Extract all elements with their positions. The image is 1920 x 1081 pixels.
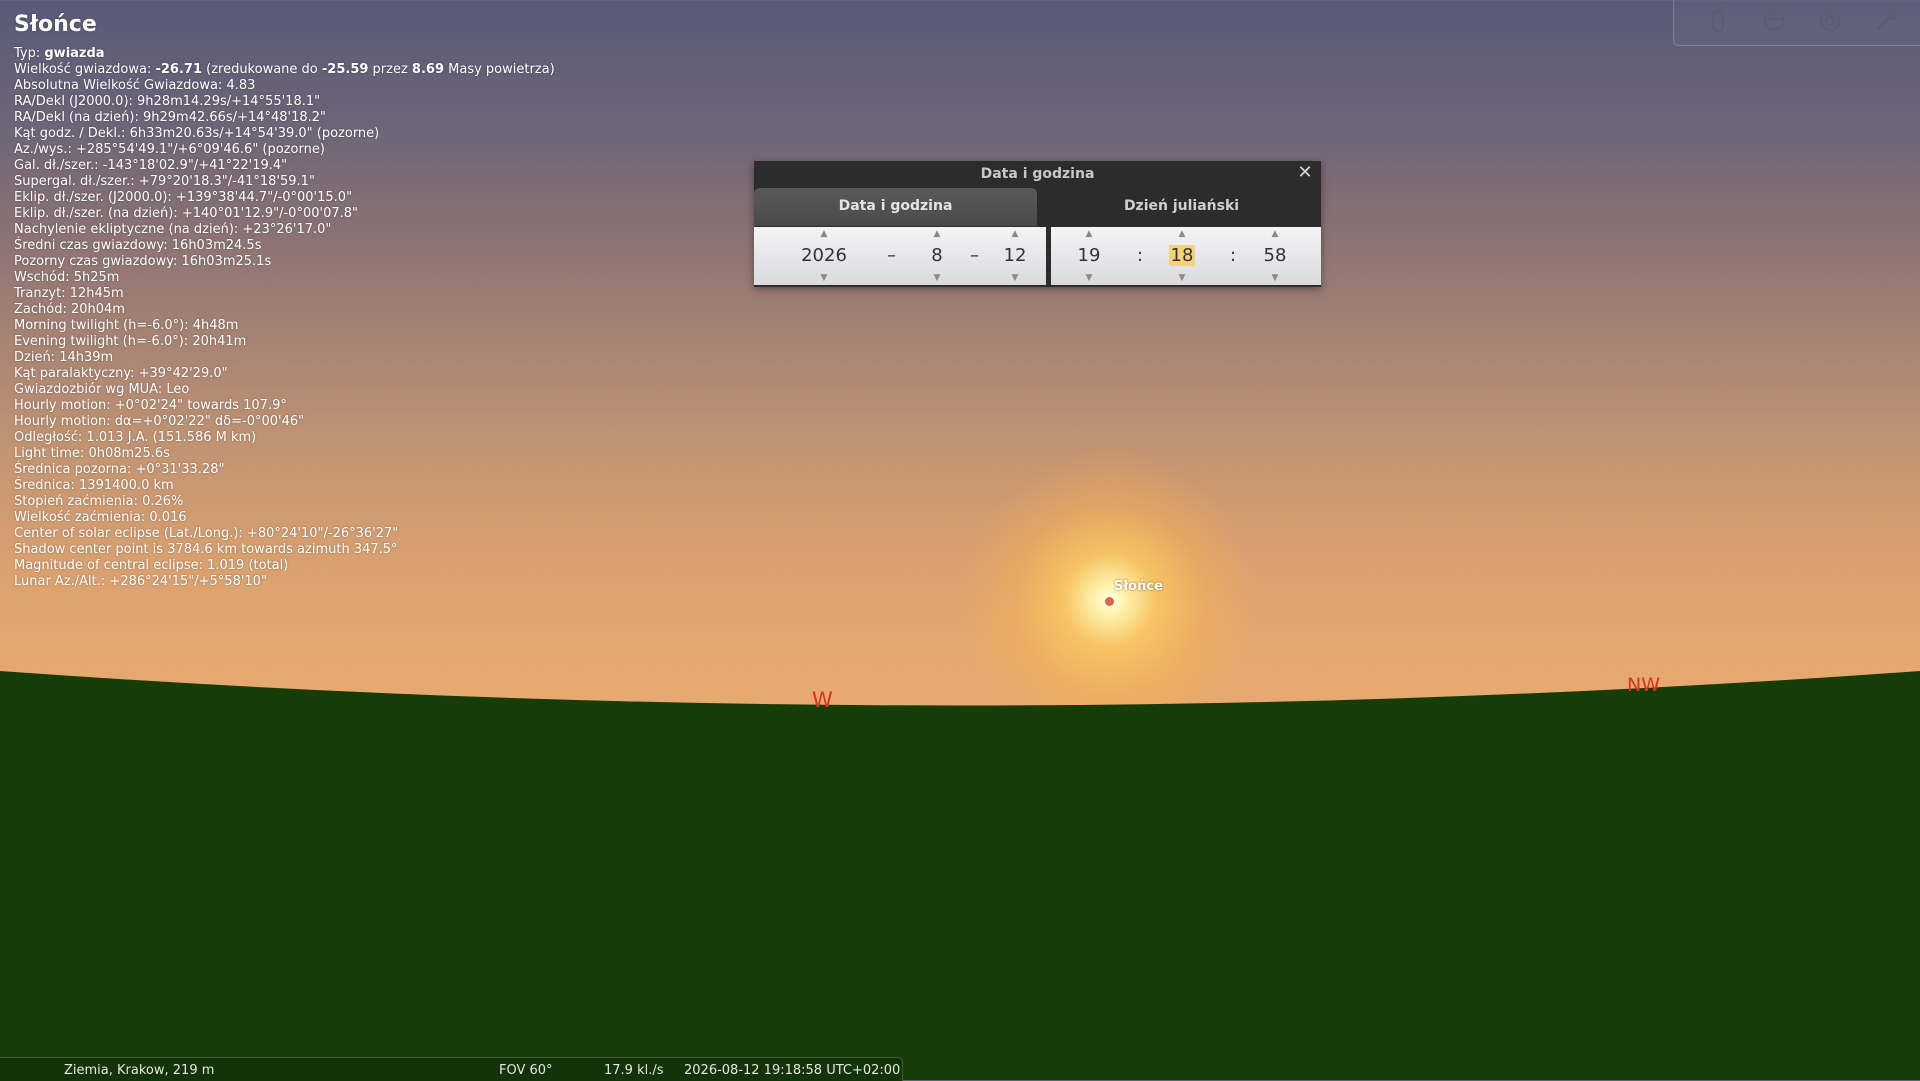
month-spinner[interactable]: ▲ 8 ▼: [917, 227, 957, 285]
info-row: Center of solar eclipse (Lat./Long.): +8…: [14, 526, 399, 541]
cardinal-west-label: W: [812, 688, 833, 712]
minute-spinner[interactable]: ▲ 18 ▼: [1162, 227, 1202, 285]
info-row: Hourly motion: +0°02'24" towards 107.9°: [14, 398, 287, 413]
info-row: Morning twilight (h=-6.0°): 4h48m: [14, 318, 239, 333]
info-row: Light time: 0h08m25.6s: [14, 446, 170, 461]
status-fov: FOV 60°: [499, 1063, 553, 1078]
top-right-toolbar: [1673, 0, 1920, 46]
minute-value[interactable]: 18: [1162, 245, 1202, 266]
info-row: Lunar Az./Alt.: +286°24'15"/+5°58'10": [14, 574, 267, 589]
month-down-arrow[interactable]: ▼: [917, 273, 957, 283]
hour-up-arrow[interactable]: ▲: [1069, 229, 1109, 239]
info-row: Kąt paralaktyczny: +39°42'29.0": [14, 366, 228, 381]
status-location[interactable]: Ziemia, Krakow, 219 m: [64, 1063, 214, 1078]
info-row: Gwiazdozbiór wg MUA: Leo: [14, 382, 190, 397]
second-up-arrow[interactable]: ▲: [1255, 229, 1295, 239]
day-spinner[interactable]: ▲ 12 ▼: [995, 227, 1035, 285]
scroll-icon[interactable]: [1704, 7, 1732, 35]
info-row: Supergal. dł./szer.: +79°20'18.3"/-41°18…: [14, 174, 315, 189]
month-up-arrow[interactable]: ▲: [917, 229, 957, 239]
info-row: Az./wys.: +285°54'49.1"/+6°09'46.6" (poz…: [14, 142, 325, 157]
planet-icon[interactable]: [1760, 7, 1788, 35]
object-info-panel: Słońce Typ: gwiazda Wielkość gwiazdowa: …: [14, 10, 555, 590]
info-row: RA/Dekl (J2000.0): 9h28m14.29s/+14°55'18…: [14, 94, 321, 109]
hour-value[interactable]: 19: [1069, 246, 1109, 266]
info-row: RA/Dekl (na dzień): 9h29m42.66s/+14°48'1…: [14, 110, 327, 125]
target-icon[interactable]: [1816, 7, 1844, 35]
year-spinner[interactable]: ▲ 2026 ▼: [784, 227, 864, 285]
second-spinner[interactable]: ▲ 58 ▼: [1255, 227, 1295, 285]
day-down-arrow[interactable]: ▼: [995, 273, 1035, 283]
info-row: Shadow center point is 3784.6 km towards…: [14, 542, 398, 557]
info-row: Średnica: 1391400.0 km: [14, 478, 174, 493]
day-up-arrow[interactable]: ▲: [995, 229, 1035, 239]
info-row: Zachód: 20h04m: [14, 302, 125, 317]
year-up-arrow[interactable]: ▲: [784, 229, 864, 239]
month-value[interactable]: 8: [917, 246, 957, 266]
info-row: Pozorny czas gwiazdowy: 16h03m25.1s: [14, 254, 272, 269]
status-bar: Ziemia, Krakow, 219 m FOV 60° 17.9 kl./s…: [0, 1057, 903, 1081]
date-separator: –: [970, 245, 979, 266]
close-icon[interactable]: ✕: [1295, 163, 1315, 183]
tab-date-time[interactable]: Data i godzina: [754, 188, 1037, 226]
info-row: Absolutna Wielkość Gwiazdowa: 4.83: [14, 78, 256, 93]
time-separator: :: [1137, 245, 1144, 266]
second-value[interactable]: 58: [1255, 246, 1295, 266]
cardinal-northwest-label: NW: [1627, 674, 1660, 696]
info-row: Hourly motion: dα=+0°02'22" dδ=-0°00'46": [14, 414, 305, 429]
info-row: Wschód: 5h25m: [14, 270, 120, 285]
date-panel: ▲ 2026 ▼ – ▲ 8 ▼ – ▲ 12 ▼: [754, 227, 1046, 285]
info-row: Gal. dł./szer.: -143°18'02.9"/+41°22'19.…: [14, 158, 288, 173]
status-fps: 17.9 kl./s: [604, 1063, 664, 1078]
minute-up-arrow[interactable]: ▲: [1162, 229, 1202, 239]
info-row-magnitude: Wielkość gwiazdowa: -26.71 (zredukowane …: [14, 62, 555, 77]
info-row: Odległość: 1.013 J.A. (151.586 M km): [14, 430, 257, 445]
date-time-dialog: Data i godzina ✕ Data i godzina Dzień ju…: [754, 161, 1321, 287]
info-row: Tranzyt: 12h45m: [14, 286, 124, 301]
year-value[interactable]: 2026: [784, 246, 864, 266]
minute-down-arrow[interactable]: ▼: [1162, 273, 1202, 283]
info-row-type: Typ: gwiazda: [14, 46, 105, 61]
date-separator: –: [887, 245, 896, 266]
wrench-icon[interactable]: [1872, 7, 1900, 35]
status-datetime[interactable]: 2026-08-12 19:18:58 UTC+02:00: [684, 1063, 900, 1078]
tab-julian-day[interactable]: Dzień juliański: [1042, 188, 1321, 226]
day-value[interactable]: 12: [995, 246, 1035, 266]
info-row: Evening twilight (h=-6.0°): 20h41m: [14, 334, 247, 349]
info-row: Eklip. dł./szer. (na dzień): +140°01'12.…: [14, 206, 358, 221]
info-row: Wielkość zaćmienia: 0.016: [14, 510, 187, 525]
dialog-title: Data i godzina: [980, 166, 1095, 182]
info-row: Eklip. dł./szer. (J2000.0): +139°38'44.7…: [14, 190, 353, 205]
info-row: Dzień: 14h39m: [14, 350, 114, 365]
year-down-arrow[interactable]: ▼: [784, 273, 864, 283]
hour-spinner[interactable]: ▲ 19 ▼: [1069, 227, 1109, 285]
info-row: Stopień zaćmienia: 0.26%: [14, 494, 184, 509]
info-row: Średnica pozorna: +0°31'33.28": [14, 462, 225, 477]
time-panel: ▲ 19 ▼ : ▲ 18 ▼ : ▲ 58 ▼: [1051, 227, 1321, 285]
hour-down-arrow[interactable]: ▼: [1069, 273, 1109, 283]
info-row: Średni czas gwiazdowy: 16h03m24.5s: [14, 238, 262, 253]
object-title: Słońce: [14, 12, 97, 37]
second-down-arrow[interactable]: ▼: [1255, 273, 1295, 283]
info-row: Nachylenie ekliptyczne (na dzień): +23°2…: [14, 222, 332, 237]
info-row: Kąt godz. / Dekl.: 6h33m20.63s/+14°54'39…: [14, 126, 380, 141]
info-row: Magnitude of central eclipse: 1.019 (tot…: [14, 558, 289, 573]
time-separator: :: [1230, 245, 1237, 266]
